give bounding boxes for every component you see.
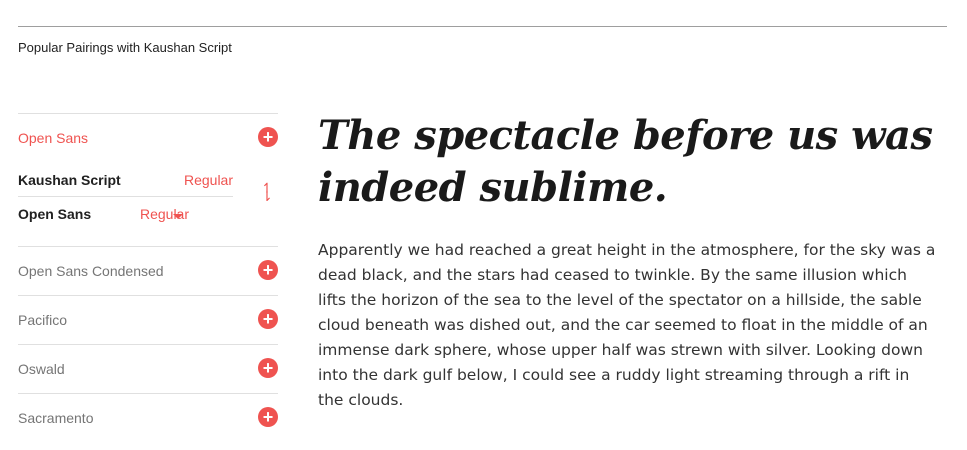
section-title: Popular Pairings with Kaushan Script <box>18 40 232 55</box>
add-icon[interactable]: + <box>258 127 278 147</box>
sidebar-item-label: Open Sans <box>18 130 89 146</box>
top-divider <box>18 26 947 27</box>
font-preview: The spectacle before us was indeed subli… <box>318 110 938 413</box>
sidebar-item-label: Oswald <box>18 361 65 377</box>
heading-weight-select[interactable]: Regular <box>184 172 233 188</box>
sidebar-item-label: Pacifico <box>18 312 68 328</box>
sidebar-item-sacramento[interactable]: Sacramento + <box>18 393 278 442</box>
sidebar-item-pacifico[interactable]: Pacifico + <box>18 295 278 344</box>
sidebar-item-label: Sacramento <box>18 410 94 426</box>
sidebar-item-label: Open Sans Condensed <box>18 263 164 279</box>
preview-body: Apparently we had reached a great height… <box>318 241 936 409</box>
add-icon[interactable]: + <box>258 309 278 329</box>
sidebar-item-open-sans[interactable]: Open Sans + Kaushan Script Regular Open … <box>18 113 278 246</box>
body-font-name: Open Sans <box>18 206 92 222</box>
swap-icon[interactable]: ↿ ⇂ <box>260 181 274 203</box>
heading-font-row: Kaushan Script Regular <box>18 168 233 196</box>
add-icon[interactable]: + <box>258 260 278 280</box>
pair-divider <box>18 196 233 197</box>
preview-headline: The spectacle before us was indeed subli… <box>318 112 933 211</box>
body-font-row: Open Sans Regular <box>18 202 233 230</box>
chevron-down-icon[interactable] <box>173 214 183 219</box>
sidebar-item-open-sans-condensed[interactable]: Open Sans Condensed + <box>18 246 278 295</box>
add-icon[interactable]: + <box>258 358 278 378</box>
pairing-sidebar: Open Sans + Kaushan Script Regular Open … <box>18 113 278 442</box>
add-icon[interactable]: + <box>258 407 278 427</box>
sidebar-item-oswald[interactable]: Oswald + <box>18 344 278 393</box>
heading-font-name: Kaushan Script <box>18 172 121 188</box>
